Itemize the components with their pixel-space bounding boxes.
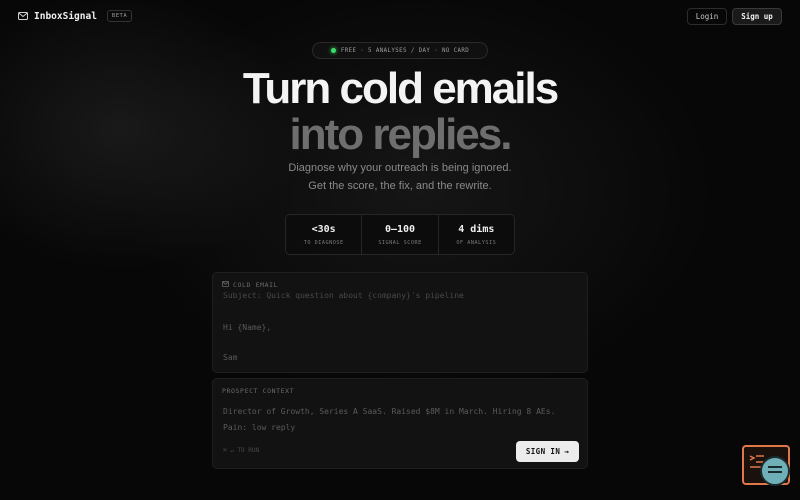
cold-email-label-text: COLD EMAIL xyxy=(233,281,279,289)
context-line-1: Director of Growth, Series A SaaS. Raise… xyxy=(223,407,556,416)
stats-bar: <30s TO DIAGNOSE 0–100 SIGNAL SCORE 4 di… xyxy=(285,214,515,255)
run-shortcut-hint: ⌘ ↵ TO RUN xyxy=(223,447,260,454)
signup-button[interactable]: Sign up xyxy=(732,7,782,25)
brand-name: InboxSignal xyxy=(34,10,97,22)
context-line-2: Pain: low reply xyxy=(223,423,296,432)
envelope-icon xyxy=(222,281,229,289)
hero-subtitle-line-1: Diagnose why your outreach is being igno… xyxy=(288,162,512,174)
hero-title-line-2: into replies. xyxy=(289,110,513,159)
prospect-context-input[interactable]: PROSPECT CONTEXT Director of Growth, Ser… xyxy=(212,378,588,469)
brand[interactable]: InboxSignal BETA xyxy=(18,10,133,22)
stat-speed: <30s TO DIAGNOSE xyxy=(286,215,361,254)
cold-email-input[interactable]: Subject: Quick question about {company}'… xyxy=(212,272,588,373)
login-button[interactable]: Login xyxy=(687,7,727,25)
prospect-context-label: PROSPECT CONTEXT xyxy=(222,387,295,395)
stat-label: OF ANALYSIS xyxy=(456,239,497,246)
stat-label: SIGNAL SCORE xyxy=(378,239,422,246)
stat-dimensions: 4 dims OF ANALYSIS xyxy=(437,215,514,254)
status-dot-icon xyxy=(330,48,336,53)
mail-icon xyxy=(18,12,28,20)
stat-value: 4 dims xyxy=(458,223,495,235)
offer-pill: FREE · 5 ANALYSES / DAY · NO CARD xyxy=(312,42,488,59)
stat-value: <30s xyxy=(311,223,336,235)
offer-pill-text: FREE · 5 ANALYSES / DAY · NO CARD xyxy=(340,47,470,54)
sign-in-button[interactable]: SIGN IN → xyxy=(516,441,579,462)
beta-badge: BETA xyxy=(106,10,133,22)
arrow-right-icon: → xyxy=(564,447,570,456)
email-greeting: Hi {Name}, xyxy=(223,323,272,332)
top-nav: InboxSignal BETA Login Sign up xyxy=(0,0,800,32)
stat-score: 0–100 SIGNAL SCORE xyxy=(361,215,437,254)
sign-in-label: SIGN IN xyxy=(525,447,561,456)
email-signoff: Sam xyxy=(223,353,238,362)
cold-email-label: COLD EMAIL xyxy=(222,281,278,289)
stat-label: TO DIAGNOSE xyxy=(303,239,344,246)
nav-actions: Login Sign up xyxy=(687,7,782,25)
hero-subtitle-line-2: Get the score, the fix, and the rewrite. xyxy=(308,180,492,192)
chat-bubble-icon[interactable] xyxy=(760,456,790,486)
hero-title-line-1: Turn cold emails xyxy=(242,64,559,113)
stat-value: 0–100 xyxy=(384,223,416,235)
